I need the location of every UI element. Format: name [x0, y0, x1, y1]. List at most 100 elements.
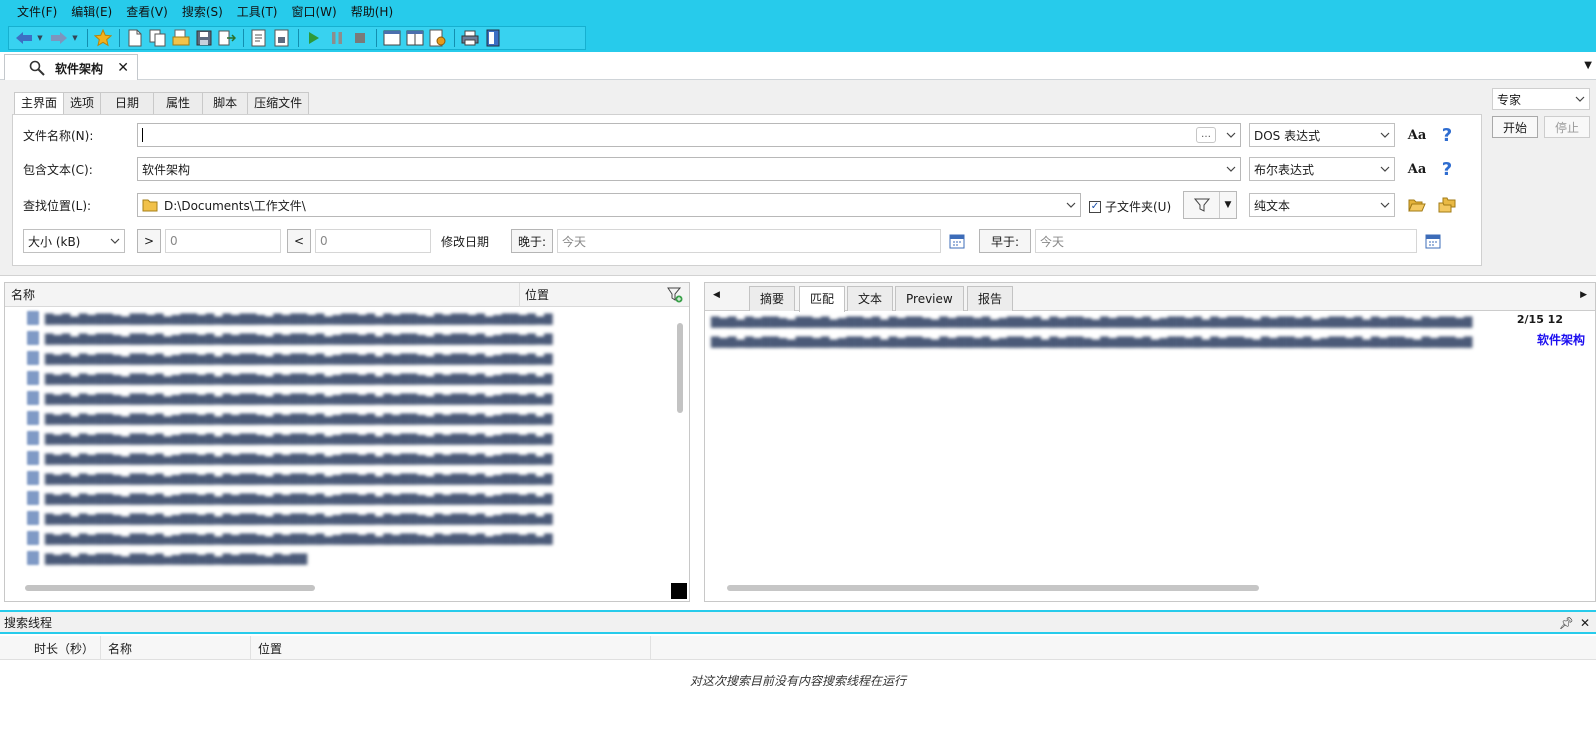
- tab-script[interactable]: 脚本: [202, 92, 249, 114]
- tab-main[interactable]: 主界面: [14, 92, 65, 115]
- search-mode-select[interactable]: 专家: [1492, 88, 1590, 110]
- filter-dropdown-icon[interactable]: ▼: [1220, 192, 1236, 218]
- menu-edit[interactable]: 编辑(E): [64, 0, 119, 24]
- filename-mode-select[interactable]: DOS 表达式: [1249, 123, 1395, 147]
- split-layout-button[interactable]: [404, 27, 426, 49]
- tab-preview[interactable]: Preview: [895, 286, 964, 311]
- subfolder-option[interactable]: ✓ 子文件夹(U): [1089, 198, 1171, 215]
- close-icon[interactable]: ✕: [117, 60, 129, 76]
- back-button[interactable]: [13, 27, 35, 49]
- close-icon[interactable]: ✕: [1580, 616, 1590, 630]
- table-row[interactable]: ▇▆▇▅▇▆▇▇▆▅▇▇▆▇▅▆▇▇▆▇▅▇▆▇▇▆▅▇▆▇▇: [27, 549, 307, 567]
- before-calendar-button[interactable]: [1421, 229, 1445, 253]
- tab-scroll-right-icon[interactable]: ▶: [1580, 290, 1587, 300]
- tab-scroll-left-icon[interactable]: ◀: [713, 290, 720, 300]
- table-row[interactable]: ▇▆▇▅▇▆▇▇▆▅▇▇▆▇▅▆▇▇▆▇▅▇▆▇▇▆▅▇▆▇▇▆▇▅▆▇▇▆▇▅…: [27, 509, 553, 527]
- location-input[interactable]: D:\Documents\工作文件\: [137, 193, 1081, 217]
- start-button[interactable]: 开始: [1492, 116, 1538, 138]
- table-row[interactable]: ▇▆▇▅▇▆▇▇▆▅▇▇▆▇▅▆▇▇▆▇▅▇▆▇▇▆▅▇▆▇▇▆▇▅▆▇▇▆▇▅…: [27, 329, 553, 347]
- table-row[interactable]: ▇▆▇▅▇▆▇▇▆▅▇▇▆▇▅▆▇▇▆▇▅▇▆▇▇▆▅▇▆▇▇▆▇▅▆▇▇▆▇▅…: [27, 349, 553, 367]
- min-size-input[interactable]: 0: [165, 229, 281, 253]
- table-row[interactable]: ▇▆▇▅▇▆▇▇▆▅▇▇▆▇▅▆▇▇▆▇▅▇▆▇▇▆▅▇▆▇▇▆▇▅▆▇▇▆▇▅…: [27, 309, 553, 327]
- table-row[interactable]: ▇▆▇▅▇▆▇▇▆▅▇▇▆▇▅▆▇▇▆▇▅▇▆▇▇▆▅▇▆▇▇▆▇▅▆▇▇▆▇▅…: [27, 529, 553, 547]
- tab-matches[interactable]: 匹配: [799, 286, 846, 312]
- save-button[interactable]: [193, 27, 215, 49]
- max-size-input[interactable]: 0: [315, 229, 431, 253]
- browse-button[interactable]: …: [1196, 127, 1216, 143]
- browse-folder-button[interactable]: [1405, 193, 1429, 217]
- tab-text[interactable]: 文本: [847, 286, 894, 311]
- chevron-down-icon[interactable]: [1226, 162, 1236, 176]
- after-calendar-button[interactable]: [945, 229, 969, 253]
- export-button[interactable]: [216, 27, 238, 49]
- load-results-button[interactable]: [248, 27, 270, 49]
- column-thread-name[interactable]: 名称: [108, 640, 132, 657]
- search-document-tab[interactable]: 软件架构 ✕: [4, 54, 138, 81]
- column-thread-location[interactable]: 位置: [258, 640, 282, 657]
- tab-attributes[interactable]: 属性: [153, 92, 204, 114]
- filter-button[interactable]: ▼: [1183, 191, 1237, 219]
- table-row[interactable]: ▇▆▇▅▇▆▇▇▆▅▇▇▆▇▅▆▇▇▆▇▅▇▆▇▇▆▅▇▆▇▇▆▇▅▆▇▇▆▇▅…: [27, 369, 553, 387]
- stop-button[interactable]: [349, 27, 371, 49]
- multi-folder-button[interactable]: [1435, 193, 1459, 217]
- run-button[interactable]: [303, 27, 325, 49]
- table-row[interactable]: ▇▆▇▅▇▆▇▇▆▅▇▇▆▇▅▆▇▇▆▇▅▇▆▇▇▆▅▇▆▇▇▆▇▅▆▇▇▆▇▅…: [27, 389, 553, 407]
- menu-window[interactable]: 窗口(W): [285, 0, 344, 24]
- before-date-input[interactable]: 今天: [1035, 229, 1417, 253]
- greater-than-button[interactable]: >: [137, 229, 161, 253]
- content-input[interactable]: 软件架构: [137, 157, 1241, 181]
- print-button[interactable]: [459, 27, 481, 49]
- back-dropdown-icon[interactable]: ▼: [36, 27, 44, 49]
- column-duration[interactable]: 时长（秒）: [34, 640, 94, 657]
- tab-date[interactable]: 日期: [100, 92, 155, 114]
- size-unit-select[interactable]: 大小 (kB): [23, 229, 125, 253]
- help-icon[interactable]: ?: [1435, 123, 1459, 147]
- save-results-button[interactable]: [271, 27, 293, 49]
- forward-button[interactable]: [48, 27, 70, 49]
- tab-report[interactable]: 报告: [967, 286, 1014, 311]
- tab-archive[interactable]: 压缩文件: [247, 92, 310, 114]
- pause-button[interactable]: [326, 27, 348, 49]
- text-mode-select[interactable]: 纯文本: [1249, 193, 1395, 217]
- stop-search-button[interactable]: 停止: [1544, 116, 1590, 138]
- case-sensitive-button[interactable]: Aa: [1405, 157, 1429, 181]
- content-mode-select[interactable]: 布尔表达式: [1249, 157, 1395, 181]
- filter-add-icon[interactable]: [667, 287, 683, 303]
- help-icon[interactable]: ?: [1435, 157, 1459, 181]
- menu-search[interactable]: 搜索(S): [175, 0, 230, 24]
- table-row[interactable]: ▇▆▇▅▇▆▇▇▆▅▇▇▆▇▅▆▇▇▆▇▅▇▆▇▇▆▅▇▆▇▇▆▇▅▆▇▇▆▇▅…: [27, 429, 553, 447]
- after-button[interactable]: 晚于:: [511, 229, 553, 253]
- preview-horizontal-scrollbar[interactable]: [727, 585, 1259, 591]
- menu-help[interactable]: 帮助(H): [344, 0, 400, 24]
- before-button[interactable]: 早于:: [979, 229, 1031, 253]
- table-row[interactable]: ▇▆▇▅▇▆▇▇▆▅▇▇▆▇▅▆▇▇▆▇▅▇▆▇▇▆▅▇▆▇▇▆▇▅▆▇▇▆▇▅…: [27, 469, 553, 487]
- exit-button[interactable]: [482, 27, 504, 49]
- results-horizontal-scrollbar[interactable]: [25, 585, 315, 591]
- menu-tools[interactable]: 工具(T): [230, 0, 285, 24]
- table-row[interactable]: ▇▆▇▅▇▆▇▇▆▅▇▇▆▇▅▆▇▇▆▇▅▇▆▇▇▆▅▇▆▇▇▆▇▅▆▇▇▆▇▅…: [27, 449, 553, 467]
- table-row[interactable]: ▇▆▇▅▇▆▇▇▆▅▇▇▆▇▅▆▇▇▆▇▅▇▆▇▇▆▅▇▆▇▇▆▇▅▆▇▇▆▇▅…: [27, 489, 553, 507]
- open-search-button[interactable]: [170, 27, 192, 49]
- results-vertical-scrollbar[interactable]: [677, 323, 683, 413]
- favorites-button[interactable]: [92, 27, 114, 49]
- settings-button[interactable]: [427, 27, 449, 49]
- new-search-button[interactable]: [124, 27, 146, 49]
- pin-icon[interactable]: 📌︎: [1559, 616, 1574, 630]
- forward-dropdown-icon[interactable]: ▼: [71, 27, 79, 49]
- menu-file[interactable]: 文件(F): [10, 0, 64, 24]
- copy-search-button[interactable]: [147, 27, 169, 49]
- column-name[interactable]: 名称: [11, 286, 35, 303]
- window-layout-button[interactable]: [381, 27, 403, 49]
- tab-options[interactable]: 选项: [63, 92, 102, 114]
- tab-summary[interactable]: 摘要: [749, 286, 796, 311]
- table-row[interactable]: ▇▆▇▅▇▆▇▇▆▅▇▇▆▇▅▆▇▇▆▇▅▇▆▇▇▆▅▇▆▇▇▆▇▅▆▇▇▆▇▅…: [27, 409, 553, 427]
- after-date-input[interactable]: 今天: [557, 229, 941, 253]
- less-than-button[interactable]: <: [287, 229, 311, 253]
- filename-input[interactable]: …: [137, 123, 1241, 147]
- column-location[interactable]: 位置: [525, 286, 549, 303]
- menu-view[interactable]: 查看(V): [119, 0, 175, 24]
- chevron-down-icon[interactable]: [1066, 198, 1076, 212]
- tab-list-dropdown-icon[interactable]: ▼: [1584, 60, 1592, 71]
- subfolder-checkbox[interactable]: ✓: [1089, 200, 1101, 213]
- case-sensitive-button[interactable]: Aa: [1405, 123, 1429, 147]
